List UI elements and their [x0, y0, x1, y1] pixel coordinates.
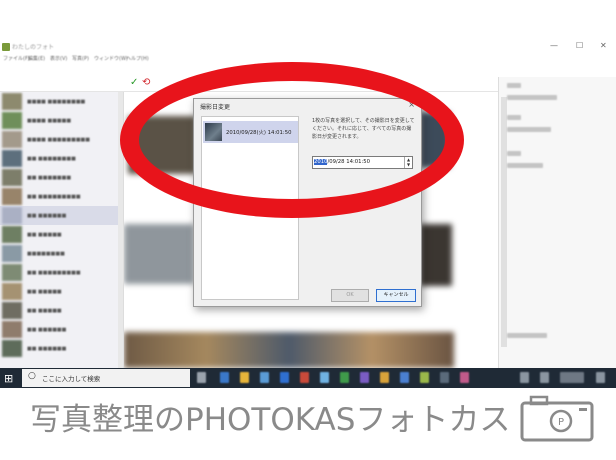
info-line — [507, 127, 551, 132]
folder-item[interactable]: ■■ ■■■■■■■ — [0, 168, 123, 187]
photo-thumbnail-row[interactable] — [124, 332, 454, 368]
taskbar-app-icon[interactable] — [240, 372, 249, 383]
folder-label: ■■ ■■■■■■■■■ — [27, 193, 81, 200]
system-tray-icon[interactable] — [540, 372, 549, 383]
photo-thumbnail[interactable] — [420, 224, 452, 286]
caption-text: 写真整理のPHOTOKASフォトカス — [30, 402, 511, 438]
highlight-ellipse — [120, 62, 464, 218]
menu-window[interactable]: ウィンドウ(W) — [94, 55, 128, 62]
folder-label: ■■ ■■■■■ — [27, 231, 62, 238]
maximize-button[interactable]: ☐ — [576, 41, 583, 50]
folder-thumbnail — [2, 169, 22, 186]
folder-label: ■■ ■■■■■■ — [27, 345, 67, 352]
folder-item[interactable]: ■■ ■■■■■ — [0, 301, 123, 320]
taskbar-app-icon[interactable] — [260, 372, 269, 383]
info-line — [507, 115, 521, 120]
photo-thumbnail[interactable] — [124, 224, 194, 284]
folder-item-selected[interactable]: ■■ ■■■■■■ — [0, 206, 123, 225]
search-icon: ○ — [28, 371, 36, 381]
folder-label: ■■ ■■■■■■ — [27, 326, 67, 333]
taskview-icon[interactable] — [197, 372, 206, 383]
menu-file[interactable]: ファイル(F) — [3, 55, 30, 62]
folder-label: ■■■■ ■■■■■■■■ — [27, 98, 86, 105]
menu-edit[interactable]: 編集(E) — [28, 55, 45, 62]
folder-item[interactable]: ■■ ■■■■■ — [0, 282, 123, 301]
folder-sidebar: ■■■■ ■■■■■■■■ ■■■■ ■■■■■ ■■■■ ■■■■■■■■■ … — [0, 92, 124, 368]
folder-label: ■■ ■■■■■■■ — [27, 174, 72, 181]
minimize-button[interactable]: — — [550, 41, 558, 50]
taskbar-app-icon[interactable] — [380, 372, 389, 383]
info-line — [507, 83, 521, 88]
taskbar-search-box[interactable]: ○ ここに入力して検索 — [22, 369, 190, 387]
screenshot-root: わたしのフォト — ☐ ✕ ファイル(F) 編集(E) 表示(V) 写真(P) … — [0, 0, 616, 460]
folder-thumbnail — [2, 283, 22, 300]
cancel-button[interactable]: キャンセル — [376, 289, 416, 302]
system-clock[interactable] — [560, 372, 584, 383]
folder-thumbnail — [2, 226, 22, 243]
check-icon[interactable]: ✓ — [130, 77, 138, 88]
windows-taskbar: ⊞ ○ ここに入力して検索 — [0, 368, 616, 388]
folder-label: ■■ ■■■■■■■■■ — [27, 269, 81, 276]
notification-icon[interactable] — [596, 372, 605, 383]
menu-help[interactable]: ヘルプ(H) — [126, 55, 149, 62]
info-panel-scrollbar[interactable] — [501, 97, 507, 347]
taskbar-app-icon[interactable] — [220, 372, 229, 383]
folder-label: ■■■■ ■■■■■■■■■ — [27, 136, 91, 143]
windows-start-icon[interactable]: ⊞ — [4, 372, 13, 385]
folder-thumbnail — [2, 112, 22, 129]
folder-item[interactable]: ■■ ■■■■■■ — [0, 320, 123, 339]
camera-logo-icon: P — [520, 395, 594, 442]
taskbar-app-icon[interactable] — [360, 372, 369, 383]
svg-text:P: P — [558, 417, 564, 428]
info-line — [507, 163, 543, 168]
folder-item[interactable]: ■■ ■■■■■■■■■ — [0, 263, 123, 282]
folder-label: ■■■■ ■■■■■ — [27, 117, 72, 124]
taskbar-app-icon[interactable] — [320, 372, 329, 383]
folder-thumbnail — [2, 264, 22, 281]
app-title-bar: わたしのフォト — ☐ ✕ — [0, 40, 616, 54]
info-panel — [498, 77, 616, 368]
folder-thumbnail — [2, 93, 22, 110]
folder-item[interactable]: ■■ ■■■■■■■■■ — [0, 187, 123, 206]
taskbar-app-icon[interactable] — [440, 372, 449, 383]
folder-thumbnail — [2, 245, 22, 262]
taskbar-app-icon[interactable] — [300, 372, 309, 383]
folder-thumbnail — [2, 302, 22, 319]
taskbar-app-icon[interactable] — [460, 372, 469, 383]
menu-photo[interactable]: 写真(P) — [72, 55, 89, 62]
close-window-button[interactable]: ✕ — [600, 41, 607, 50]
folder-thumbnail — [2, 188, 22, 205]
search-placeholder: ここに入力して検索 — [42, 375, 101, 383]
folder-label: ■■ ■■■■■■■■ — [27, 155, 76, 162]
info-line — [507, 95, 557, 100]
folder-thumbnail — [2, 207, 22, 224]
folder-label: ■■ ■■■■■ — [27, 307, 62, 314]
app-logo-icon — [2, 43, 10, 51]
taskbar-app-icon[interactable] — [400, 372, 409, 383]
info-line — [507, 333, 547, 338]
folder-label: ■■ ■■■■■■ — [27, 212, 67, 219]
taskbar-app-icon[interactable] — [420, 372, 429, 383]
folder-thumbnail — [2, 131, 22, 148]
app-title: わたしのフォト — [12, 44, 55, 51]
folder-item[interactable]: ■■■■■■■■ — [0, 244, 123, 263]
undo-icon[interactable]: ⟲ — [142, 77, 150, 88]
system-tray-icon[interactable] — [520, 372, 529, 383]
folder-thumbnail — [2, 321, 22, 338]
taskbar-app-icon[interactable] — [280, 372, 289, 383]
folder-item[interactable]: ■■ ■■■■■■■■ — [0, 149, 123, 168]
folder-thumbnail — [2, 150, 22, 167]
ok-button[interactable]: OK — [331, 289, 369, 302]
folder-item[interactable]: ■■■■ ■■■■■ — [0, 111, 123, 130]
folder-item[interactable]: ■■ ■■■■■■ — [0, 339, 123, 358]
info-line — [507, 151, 521, 156]
taskbar-app-icon[interactable] — [340, 372, 349, 383]
menu-view[interactable]: 表示(V) — [50, 55, 67, 62]
folder-label: ■■■■■■■■ — [27, 250, 65, 257]
folder-item[interactable]: ■■■■ ■■■■■■■■ — [0, 92, 123, 111]
folder-label: ■■ ■■■■■ — [27, 288, 62, 295]
folder-thumbnail — [2, 340, 22, 357]
folder-item[interactable]: ■■ ■■■■■ — [0, 225, 123, 244]
folder-item[interactable]: ■■■■ ■■■■■■■■■ — [0, 130, 123, 149]
